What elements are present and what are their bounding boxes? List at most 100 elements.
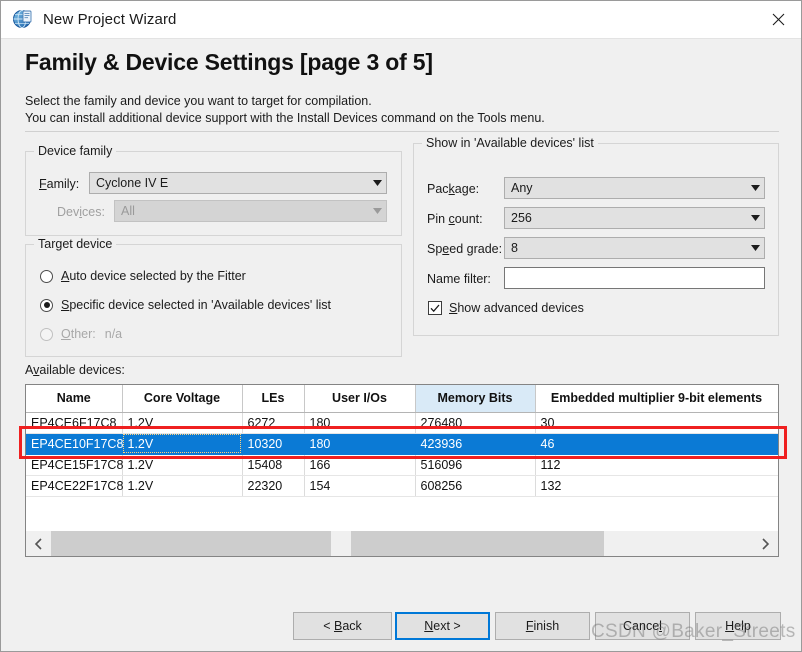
cell-user-ios: 166	[304, 454, 416, 476]
cell-name: EP4CE15F17C8	[26, 454, 123, 476]
device-family-legend: Device family	[34, 144, 117, 158]
horizontal-scrollbar[interactable]	[26, 531, 778, 556]
cell-multipliers: 132	[535, 475, 778, 497]
cell-core-voltage: 1.2V	[122, 433, 243, 455]
name-filter-input[interactable]	[504, 267, 765, 289]
chevron-down-icon	[746, 215, 764, 221]
target-device-group: Target device Auto device selected by th…	[25, 237, 402, 357]
devices-label: Devices:	[57, 205, 105, 219]
next-button[interactable]: Next >	[395, 612, 490, 640]
column-header-les[interactable]: LEs	[242, 385, 305, 413]
radio-other-device-indicator	[40, 327, 53, 341]
checkbox-indicator	[428, 301, 442, 315]
family-label: Family:	[39, 177, 80, 191]
show-list-legend: Show in 'Available devices' list	[422, 136, 598, 150]
title-bar: New Project Wizard	[1, 1, 801, 39]
column-header-name[interactable]: Name	[26, 385, 123, 413]
help-button-label: Help	[725, 619, 751, 633]
cell-memory-bits: 423936	[415, 433, 536, 455]
available-devices-label: Available devices:	[25, 363, 125, 377]
radio-specific-device[interactable]: Specific device selected in 'Available d…	[40, 298, 331, 312]
radio-other-device-label: Other:	[61, 327, 96, 341]
cell-les: 10320	[242, 433, 305, 455]
radio-specific-device-indicator	[40, 298, 53, 312]
cell-user-ios: 154	[304, 475, 416, 497]
available-devices-table[interactable]: Name Core Voltage LEs User I/Os Memory B…	[25, 384, 779, 557]
devices-combobox: All	[114, 200, 387, 222]
back-button[interactable]: < Back	[293, 612, 392, 640]
cell-memory-bits: 608256	[415, 475, 536, 497]
column-header-multipliers[interactable]: Embedded multiplier 9-bit elements	[535, 385, 778, 413]
scrollbar-thumb[interactable]	[331, 531, 351, 556]
scrollbar-page-region[interactable]	[51, 531, 604, 556]
package-value: Any	[511, 181, 533, 195]
show-advanced-devices-checkbox[interactable]: Show advanced devices	[428, 301, 584, 315]
package-label: Package:	[427, 182, 480, 196]
cell-les: 22320	[242, 475, 305, 497]
name-filter-label: Name filter:	[427, 272, 491, 286]
column-header-memory-bits[interactable]: Memory Bits	[415, 385, 536, 413]
finish-button[interactable]: Finish	[495, 612, 590, 640]
cell-core-voltage: 1.2V	[122, 475, 243, 497]
window-title: New Project Wizard	[43, 11, 177, 28]
cancel-button[interactable]: Cancel	[595, 612, 690, 640]
table-row-selected[interactable]: EP4CE10F17C8 1.2V 10320 180 423936 46	[26, 433, 778, 455]
device-family-group: Device family Family: Cyclone IV E Devic…	[25, 144, 402, 236]
pin-count-value: 256	[511, 211, 532, 225]
cell-multipliers: 30	[535, 412, 778, 434]
close-icon[interactable]	[755, 1, 801, 38]
cell-core-voltage: 1.2V	[122, 454, 243, 476]
show-advanced-devices-label: Show advanced devices	[449, 301, 584, 315]
package-combobox[interactable]: Any	[504, 177, 765, 199]
cell-les: 15408	[242, 454, 305, 476]
scroll-right-icon[interactable]	[753, 531, 778, 556]
table-row[interactable]: EP4CE6F17C8 1.2V 6272 180 276480 30	[26, 412, 778, 434]
new-project-wizard-dialog: New Project Wizard Family & Device Setti…	[0, 0, 802, 652]
show-in-available-devices-group: Show in 'Available devices' list Package…	[413, 136, 779, 336]
radio-specific-device-label: Specific device selected in 'Available d…	[61, 298, 331, 312]
chevron-down-icon-disabled	[368, 208, 386, 214]
next-button-label: Next >	[424, 619, 461, 633]
cell-name: EP4CE10F17C8	[26, 433, 123, 455]
description-line-1: Select the family and device you want to…	[25, 94, 372, 108]
finish-button-label: Finish	[525, 619, 560, 633]
cell-multipliers: 46	[535, 433, 778, 455]
speed-grade-value: 8	[511, 241, 518, 255]
description-line-2: You can install additional device suppor…	[25, 111, 545, 125]
header-divider	[25, 131, 779, 132]
speed-grade-label: Speed grade:	[427, 242, 503, 256]
table-row[interactable]: EP4CE22F17C8 1.2V 22320 154 608256 132	[26, 475, 778, 497]
table-row[interactable]: EP4CE15F17C8 1.2V 15408 166 516096 112	[26, 454, 778, 476]
family-combobox[interactable]: Cyclone IV E	[89, 172, 387, 194]
chevron-down-icon	[368, 180, 386, 186]
speed-grade-combobox[interactable]: 8	[504, 237, 765, 259]
chevron-down-icon	[746, 245, 764, 251]
pin-count-label: Pin count:	[427, 212, 483, 226]
radio-auto-device[interactable]: Auto device selected by the Fitter	[40, 269, 246, 283]
cell-multipliers: 112	[535, 454, 778, 476]
chevron-down-icon	[746, 185, 764, 191]
cell-name: EP4CE22F17C8	[26, 475, 123, 497]
radio-other-device-value: n/a	[104, 327, 123, 341]
radio-auto-device-label: Auto device selected by the Fitter	[61, 269, 246, 283]
family-value: Cyclone IV E	[96, 176, 169, 190]
column-header-user-ios[interactable]: User I/Os	[304, 385, 416, 413]
cell-memory-bits: 516096	[415, 454, 536, 476]
page-description: Select the family and device you want to…	[25, 93, 545, 127]
page-title: Family & Device Settings [page 3 of 5]	[25, 49, 433, 75]
pin-count-combobox[interactable]: 256	[504, 207, 765, 229]
devices-value: All	[121, 204, 135, 218]
help-button[interactable]: Help	[695, 612, 781, 640]
radio-other-device: Other: n/a	[40, 327, 122, 341]
scrollbar-track[interactable]	[51, 531, 753, 556]
cell-user-ios: 180	[304, 412, 416, 434]
devices-table: Name Core Voltage LEs User I/Os Memory B…	[26, 385, 778, 497]
cancel-button-label: Cancel	[623, 619, 662, 633]
cell-les: 6272	[242, 412, 305, 434]
scroll-left-icon[interactable]	[26, 531, 51, 556]
cell-user-ios: 180	[304, 433, 416, 455]
cell-memory-bits: 276480	[415, 412, 536, 434]
quartus-globe-icon	[12, 9, 34, 31]
radio-auto-device-indicator	[40, 269, 53, 283]
column-header-core-voltage[interactable]: Core Voltage	[122, 385, 243, 413]
